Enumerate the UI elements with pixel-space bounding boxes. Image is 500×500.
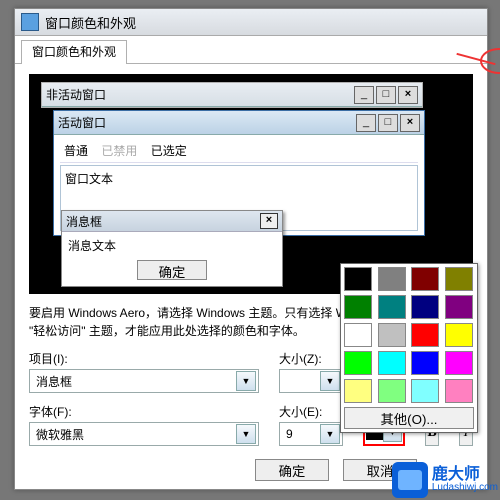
font-combo[interactable]: 微软雅黑 ▼ [29,422,259,446]
menu-selected: 已选定 [151,142,187,159]
palette-color[interactable] [445,323,473,347]
size2-combo[interactable]: 9 ▼ [279,422,343,446]
watermark-url: Ludashiwj.com [432,483,498,493]
menu-disabled: 已禁用 [101,142,137,159]
palette-color[interactable] [411,323,439,347]
watermark-name: 鹿大师 [432,467,498,483]
max-icon: □ [376,86,396,104]
messagebox-body: 消息文本 确定 [62,232,282,286]
min-icon: _ [354,86,374,104]
tab-appearance[interactable]: 窗口颜色和外观 [21,40,127,64]
inactive-window-controls: _ □ × [354,86,418,104]
chevron-down-icon: ▼ [320,424,340,444]
active-titlebar: 活动窗口 _ □ × [54,111,424,135]
window-text: 窗口文本 [65,172,113,186]
active-window-controls: _ □ × [356,114,420,132]
palette-color[interactable] [344,379,372,403]
preview-area: 非活动窗口 _ □ × 活动窗口 _ □ × [29,74,473,294]
palette-grid [344,267,474,403]
size2-label: 大小(E): [279,403,343,420]
palette-color[interactable] [378,351,406,375]
app-icon [21,13,39,31]
watermark: 鹿大师 Ludashiwj.com [392,462,498,498]
font-label: 字体(F): [29,403,259,420]
inactive-title-text: 非活动窗口 [46,86,106,103]
close-icon: × [398,86,418,104]
watermark-logo-icon [392,462,428,498]
menu-bar: 普通 已禁用 已选定 [60,139,418,163]
close-icon: × [260,213,278,229]
chevron-down-icon: ▼ [236,371,256,391]
max-icon: □ [378,114,398,132]
palette-color[interactable] [445,267,473,291]
menu-normal: 普通 [64,142,88,159]
palette-color[interactable] [378,323,406,347]
messagebox-sample: 消息框 × 消息文本 确定 [61,210,283,287]
messagebox-titlebar: 消息框 × [62,211,282,232]
palette-color[interactable] [378,379,406,403]
inactive-titlebar: 非活动窗口 _ □ × [42,83,422,107]
palette-color[interactable] [378,295,406,319]
active-title-text: 活动窗口 [58,114,106,131]
chevron-down-icon: ▼ [236,424,256,444]
palette-color[interactable] [411,351,439,375]
item-value: 消息框 [36,373,72,390]
ok-button[interactable]: 确定 [255,459,329,481]
messagebox-title: 消息框 [66,213,102,230]
messagebox-ok-button: 确定 [137,260,207,280]
color-palette-popup: 其他(O)... [340,263,478,433]
palette-color[interactable] [411,379,439,403]
min-icon: _ [356,114,376,132]
other-colors-button[interactable]: 其他(O)... [344,407,474,429]
palette-color[interactable] [445,351,473,375]
palette-color[interactable] [344,323,372,347]
palette-color[interactable] [411,267,439,291]
font-value: 微软雅黑 [36,426,84,443]
size1-combo[interactable]: ▼ [279,369,343,393]
palette-color[interactable] [411,295,439,319]
messagebox-text: 消息文本 [68,237,276,254]
palette-color[interactable] [445,295,473,319]
inactive-window-sample: 非活动窗口 _ □ × [41,82,423,108]
dialog-titlebar[interactable]: 窗口颜色和外观 [15,9,487,36]
size1-label: 大小(Z): [279,350,343,367]
dialog-title: 窗口颜色和外观 [45,13,136,32]
palette-color[interactable] [344,295,372,319]
palette-color[interactable] [445,379,473,403]
palette-color[interactable] [344,351,372,375]
item-combo[interactable]: 消息框 ▼ [29,369,259,393]
item-label: 项目(I): [29,350,259,367]
close-icon: × [400,114,420,132]
size2-value: 9 [286,427,293,441]
chevron-down-icon: ▼ [320,371,340,391]
palette-color[interactable] [344,267,372,291]
palette-color[interactable] [378,267,406,291]
tabs: 窗口颜色和外观 [15,36,487,64]
